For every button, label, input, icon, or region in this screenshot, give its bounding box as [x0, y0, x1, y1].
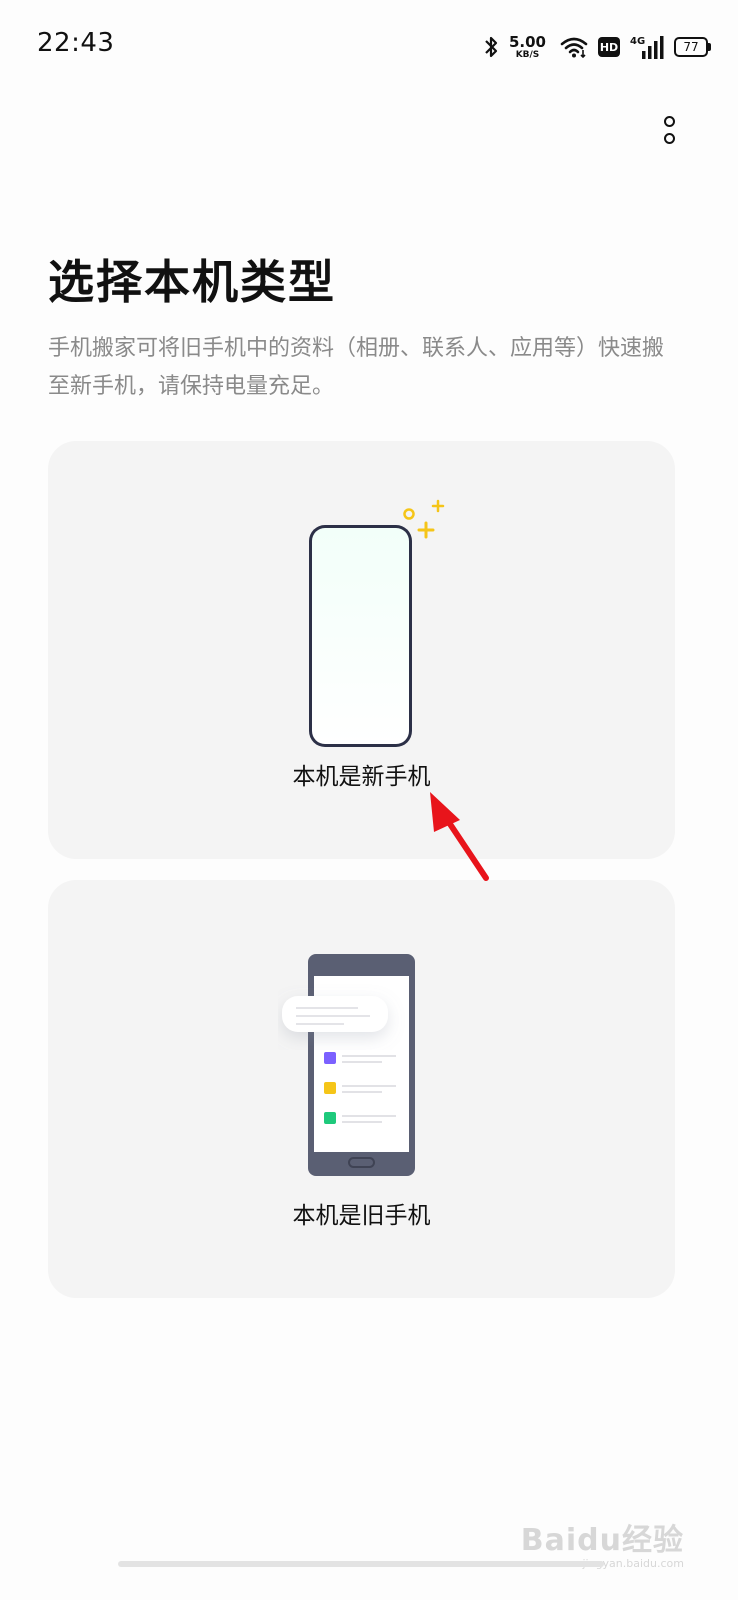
option-old-phone-card[interactable]: 本机是旧手机	[48, 880, 675, 1298]
option-old-phone-label: 本机是旧手机	[292, 1203, 431, 1229]
hd-icon: HD	[598, 37, 620, 57]
status-bar: 22:43 5.00 KB/S HD 4G 77	[0, 0, 738, 90]
new-phone-illustration	[309, 499, 445, 747]
status-time: 22:43	[37, 28, 115, 58]
more-options-icon[interactable]	[652, 110, 686, 150]
old-phone-illustration	[282, 954, 415, 1176]
battery-icon: 77	[674, 37, 711, 57]
option-new-phone-card[interactable]: 本机是新手机	[48, 441, 675, 859]
watermark-main: Baidu经验	[520, 1523, 684, 1558]
status-icons: 5.00 KB/S HD 4G 77	[483, 30, 711, 64]
home-indicator[interactable]	[118, 1561, 604, 1567]
network-speed-unit: KB/S	[515, 49, 540, 60]
bluetooth-icon	[485, 36, 498, 58]
network-speed-value: 5.00	[508, 32, 546, 51]
battery-level: 77	[683, 40, 699, 54]
option-new-phone-label: 本机是新手机	[292, 764, 431, 790]
network-type-label: 4G	[630, 36, 645, 47]
network-speed: 5.00 KB/S	[508, 32, 546, 60]
screen: 22:43 5.00 KB/S HD 4G 77 选择本机类型 手机搬家可将旧手…	[0, 0, 738, 1600]
signal-icon: 4G	[630, 36, 664, 59]
page-description: 手机搬家可将旧手机中的资料（相册、联系人、应用等）快速搬至新手机，请保持电量充足…	[48, 336, 665, 399]
wifi-icon	[560, 37, 588, 58]
page-title: 选择本机类型	[48, 255, 336, 309]
